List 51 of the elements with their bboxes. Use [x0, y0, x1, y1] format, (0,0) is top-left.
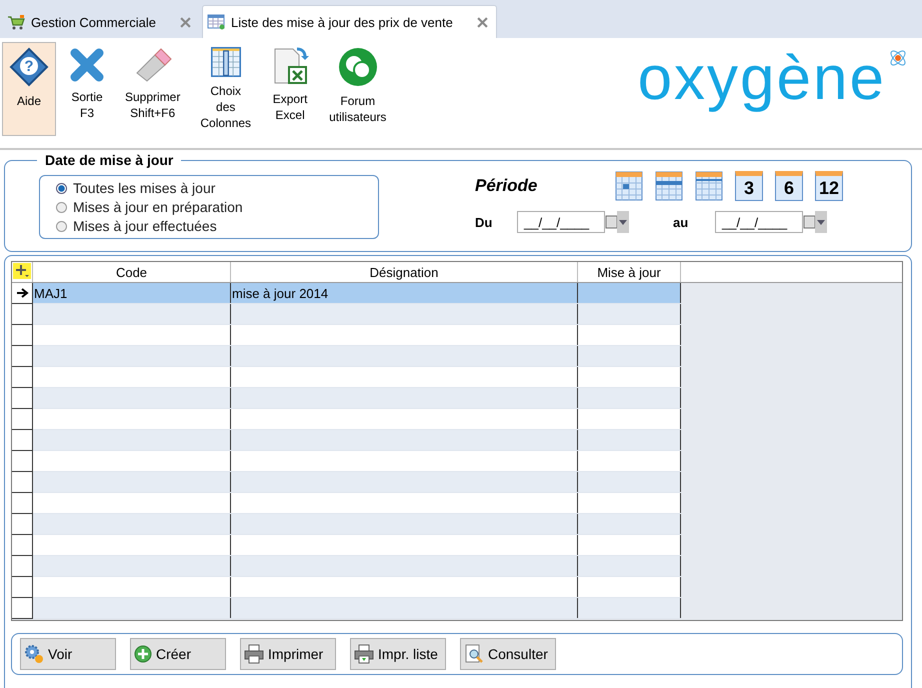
calendar-icon[interactable]	[615, 171, 643, 201]
help-icon: ?	[9, 47, 49, 87]
plus-icon	[134, 645, 152, 663]
calendar-button[interactable]: 3	[735, 171, 763, 201]
table-cell: MAJ1	[32, 282, 230, 304]
calendar-icon[interactable]	[695, 171, 723, 201]
group-title: Date de mise à jour	[37, 152, 182, 168]
calendar-button[interactable]: 6	[775, 171, 803, 201]
date-picker-button[interactable]	[803, 211, 827, 233]
toolbar-button[interactable]: ? Aide	[2, 42, 56, 136]
close-icon[interactable]	[476, 16, 488, 28]
toolbar-button[interactable]: Supprimer Shift+F6	[118, 42, 188, 136]
date-field[interactable]: __/__/____	[715, 211, 803, 233]
cart-icon	[7, 14, 25, 30]
table-cell: mise à jour 2014	[230, 282, 578, 304]
toolbar-button[interactable]: Sortie F3	[62, 42, 112, 136]
date-label: au	[673, 214, 690, 230]
gear-icon	[24, 644, 44, 664]
toolbar-button[interactable]: Export Excel	[264, 42, 316, 136]
column-header[interactable]: Mise à jour	[578, 262, 680, 282]
table-icon	[207, 14, 225, 30]
calendar-button[interactable]: 12	[815, 171, 843, 201]
atom-icon	[888, 48, 908, 68]
magnifier-icon	[464, 644, 484, 664]
toolbar-button[interactable]: Forum utilisateurs	[322, 42, 394, 136]
action-button[interactable]: Consulter	[460, 638, 556, 670]
cross-icon	[69, 47, 105, 83]
action-button[interactable]: Voir	[20, 638, 116, 670]
radio-option[interactable]: Mises à jour effectuées	[56, 218, 378, 234]
action-button[interactable]: Impr. liste	[350, 638, 446, 670]
arrow-icon	[16, 288, 28, 298]
radio-option[interactable]: Toutes les mises à jour	[56, 180, 378, 196]
toolbar-button[interactable]: Choix des Colonnes	[193, 42, 258, 136]
date-label: Du	[475, 214, 494, 230]
logo: oxygène	[638, 48, 886, 110]
tab[interactable]: Liste des mise à jour des prix de vente	[202, 5, 497, 38]
printer-icon	[244, 644, 264, 664]
tab[interactable]: Gestion Commerciale	[2, 5, 200, 38]
period-label: Période	[475, 176, 538, 196]
action-button[interactable]: Créer	[130, 638, 226, 670]
action-button[interactable]: Imprimer	[240, 638, 336, 670]
calendar-icon[interactable]	[655, 171, 683, 201]
printer-icon	[354, 644, 374, 664]
close-icon[interactable]	[180, 16, 191, 28]
column-header[interactable]: Code	[32, 262, 230, 282]
column-header[interactable]: Désignation	[230, 262, 578, 282]
date-field[interactable]: __/__/____	[517, 211, 605, 233]
add-column-icon[interactable]	[13, 262, 31, 278]
chat-icon	[338, 47, 378, 87]
radio-option[interactable]: Mises à jour en préparation	[56, 199, 378, 215]
date-picker-button[interactable]	[605, 211, 629, 233]
